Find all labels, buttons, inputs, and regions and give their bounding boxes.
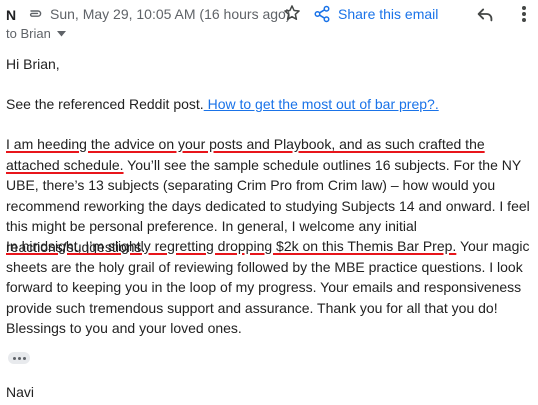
email-date: Sun, May 29, 10:05 AM (16 hours ago) bbox=[50, 6, 291, 22]
sender-name[interactable]: N bbox=[6, 7, 16, 23]
share-email-label: Share this email bbox=[338, 6, 439, 22]
more-vert-icon[interactable] bbox=[514, 3, 534, 25]
reddit-post-link[interactable]: How to get the most out of bar prep?. bbox=[204, 96, 439, 112]
show-trimmed-content-button[interactable] bbox=[8, 352, 30, 364]
paperclip-icon bbox=[29, 10, 42, 17]
signature: Navi bbox=[6, 384, 35, 400]
more-horiz-icon bbox=[12, 356, 16, 360]
chevron-down-icon bbox=[56, 30, 66, 36]
email-header: N Sun, May 29, 10:05 AM (16 hours ago) S… bbox=[0, 0, 538, 41]
recipient-label: to Brian bbox=[6, 26, 51, 41]
paragraph-hindsight: In hindsight, I’m slightly regretting dr… bbox=[6, 236, 531, 339]
greeting: Hi Brian, bbox=[6, 56, 60, 72]
reply-icon[interactable] bbox=[474, 3, 496, 25]
underlined-text: In hindsight, I’m slightly regretting dr… bbox=[6, 238, 457, 254]
star-icon[interactable] bbox=[282, 3, 302, 23]
share-email-button[interactable]: Share this email bbox=[313, 4, 438, 24]
share-icon bbox=[314, 5, 330, 23]
paragraph-text: See the referenced Reddit post. bbox=[6, 96, 204, 112]
paragraph-reddit: See the referenced Reddit post. How to g… bbox=[6, 94, 439, 115]
recipient-dropdown[interactable]: to Brian bbox=[6, 26, 66, 41]
more-horiz-icon bbox=[17, 356, 21, 360]
more-horiz-icon bbox=[22, 356, 26, 360]
